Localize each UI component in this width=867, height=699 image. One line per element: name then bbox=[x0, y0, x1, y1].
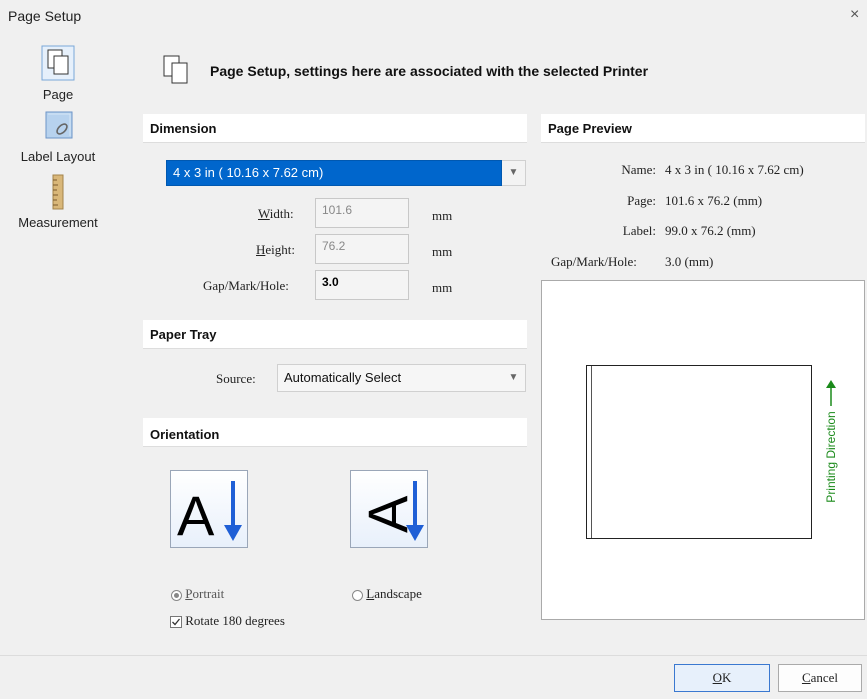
height-field[interactable]: 76.2 bbox=[315, 234, 409, 264]
height-unit: mm bbox=[432, 244, 453, 259]
portrait-label: Portrait bbox=[185, 586, 225, 601]
label-preview-edge bbox=[591, 366, 592, 538]
landscape-option[interactable]: Landscape bbox=[352, 586, 422, 602]
banner-text: Page Setup, settings here are associated… bbox=[210, 63, 649, 79]
landscape-radio[interactable] bbox=[352, 589, 363, 601]
portrait-radio[interactable] bbox=[171, 589, 182, 601]
nav-label-label-layout: Label Layout bbox=[20, 149, 96, 164]
preview-header: Page Preview bbox=[548, 121, 632, 136]
width-field[interactable]: 101.6 bbox=[315, 198, 409, 228]
landscape-orientation-icon: A bbox=[356, 481, 424, 541]
ruler-icon bbox=[52, 174, 64, 210]
label-layout-icon bbox=[45, 111, 73, 139]
banner-icon bbox=[162, 54, 192, 89]
ok-button[interactable]: OK bbox=[674, 664, 770, 692]
preview-page-label: Page: bbox=[627, 193, 656, 208]
portrait-orientation-icon: A bbox=[177, 481, 242, 547]
chevron-down-icon[interactable]: ▼ bbox=[502, 160, 526, 186]
nav-item-page[interactable]: Page bbox=[28, 44, 88, 102]
cancel-button[interactable]: Cancel bbox=[778, 664, 862, 692]
source-label: Source: bbox=[216, 371, 256, 386]
rotate-checkbox[interactable] bbox=[170, 616, 182, 629]
nav-item-measurement[interactable]: Measurement bbox=[10, 174, 106, 230]
rotate-label: Rotate 180 degrees bbox=[185, 613, 285, 628]
nav-item-label-layout[interactable]: Label Layout bbox=[10, 108, 106, 164]
checkmark-icon bbox=[172, 618, 181, 626]
svg-text:A: A bbox=[177, 484, 215, 547]
preview-page-value: 101.6 x 76.2 (mm) bbox=[665, 193, 763, 208]
width-unit: mm bbox=[432, 208, 453, 223]
preview-name-label: Name: bbox=[621, 162, 656, 177]
printing-direction: Printing Direction bbox=[823, 378, 839, 508]
preview-gap-label: Gap/Mark/Hole: bbox=[551, 254, 637, 269]
paper-tray-header: Paper Tray bbox=[150, 327, 217, 342]
rotate-option[interactable]: Rotate 180 degrees bbox=[170, 613, 285, 629]
preview-label-label: Label: bbox=[622, 223, 656, 238]
gap-field[interactable]: 3.0 bbox=[315, 270, 409, 300]
height-label: Height: bbox=[256, 242, 295, 257]
nav-label-measurement: Measurement bbox=[18, 215, 98, 230]
source-select[interactable]: Automatically Select bbox=[277, 364, 503, 392]
nav-label-page: Page bbox=[42, 87, 74, 102]
chevron-down-icon[interactable]: ▼ bbox=[502, 364, 526, 392]
width-label: Width: bbox=[258, 206, 294, 221]
label-size-select[interactable]: 4 x 3 in ( 10.16 x 7.62 cm) bbox=[166, 160, 502, 186]
preview-gap-value: 3.0 (mm) bbox=[665, 254, 714, 269]
orientation-header: Orientation bbox=[150, 427, 220, 442]
printing-direction-text: Printing Direction bbox=[824, 411, 838, 503]
portrait-tile[interactable]: A bbox=[170, 470, 248, 548]
portrait-option[interactable]: Portrait bbox=[171, 586, 224, 602]
gap-unit: mm bbox=[432, 280, 453, 295]
close-icon[interactable]: × bbox=[850, 7, 859, 23]
preview-name-value: 4 x 3 in ( 10.16 x 7.62 cm) bbox=[665, 162, 804, 177]
preview-label-value: 99.0 x 76.2 (mm) bbox=[665, 223, 756, 238]
landscape-tile[interactable]: A bbox=[350, 470, 428, 548]
page-icon bbox=[41, 45, 75, 81]
gap-label: Gap/Mark/Hole: bbox=[203, 278, 289, 293]
dimension-header: Dimension bbox=[150, 121, 217, 136]
landscape-label: Landscape bbox=[366, 586, 422, 601]
window-title: Page Setup bbox=[8, 8, 82, 24]
label-preview-rect bbox=[586, 365, 812, 539]
